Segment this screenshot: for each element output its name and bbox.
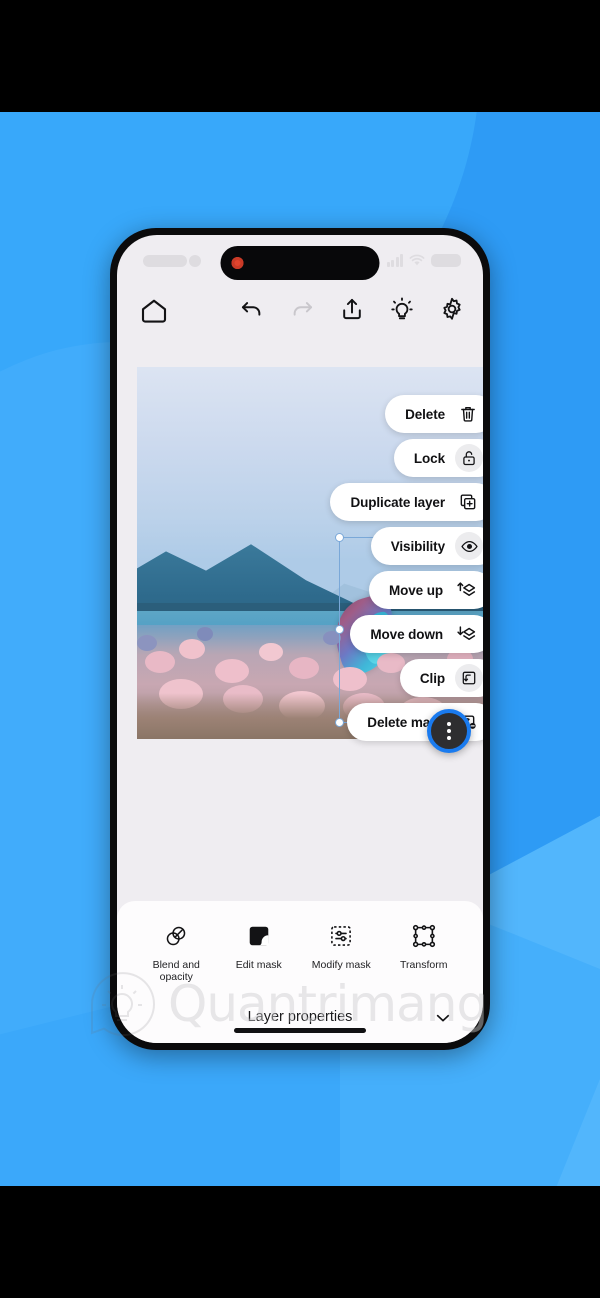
redo-icon[interactable] [289, 296, 315, 322]
app-toolbar [117, 283, 483, 341]
pill-indicator-dot-icon [189, 255, 201, 267]
phone-frame: Delete Lock Duplicate layer Visibility M… [110, 228, 490, 1050]
wifi-icon [409, 254, 425, 266]
tool-label: Transform [400, 959, 448, 971]
artwork-flower [259, 643, 283, 661]
menu-item-visibility[interactable]: Visibility [370, 527, 483, 565]
status-bar [117, 235, 483, 283]
tool-label: Blend and opacity [152, 959, 200, 983]
home-icon[interactable] [139, 296, 169, 326]
menu-item-duplicate-layer[interactable]: Duplicate layer [330, 483, 483, 521]
more-options-fab[interactable] [427, 709, 471, 753]
move-up-icon [453, 577, 479, 603]
menu-item-label: Duplicate layer [350, 494, 445, 510]
battery-icon [431, 254, 461, 267]
modify-mask-icon [328, 921, 354, 951]
unlock-icon [455, 444, 483, 472]
menu-item-move-up[interactable]: Move up [368, 571, 483, 609]
fab-dot [447, 722, 451, 726]
blend-opacity-icon [163, 921, 189, 951]
menu-item-label: Lock [413, 450, 445, 466]
tool-transform[interactable]: Transform [384, 921, 464, 971]
menu-item-label: Move down [370, 626, 443, 642]
layer-properties-row[interactable]: Layer properties [117, 991, 483, 1043]
artwork-flower [197, 627, 213, 641]
menu-item-move-down[interactable]: Move down [350, 615, 483, 653]
artwork-flower [137, 635, 157, 651]
menu-item-lock[interactable]: Lock [393, 439, 483, 477]
clip-icon [455, 664, 483, 692]
gear-icon[interactable] [439, 296, 465, 322]
duplicate-icon [455, 489, 481, 515]
artwork-flower [145, 651, 175, 673]
signal-bars-icon [386, 254, 403, 267]
pill-indicator-icon [143, 255, 187, 267]
fab-dot [447, 729, 451, 733]
status-bar-right [386, 254, 461, 267]
artwork-flower [289, 657, 319, 679]
record-dot-icon [231, 257, 244, 269]
lightbulb-icon[interactable] [389, 296, 415, 322]
tool-modify-mask[interactable]: Modify mask [301, 921, 381, 971]
undo-icon[interactable] [239, 296, 265, 322]
eye-icon [455, 532, 483, 560]
tool-edit-mask[interactable]: Edit mask [219, 921, 299, 971]
dynamic-island [220, 246, 380, 280]
layer-properties-label: Layer properties [247, 1009, 353, 1025]
tool-label: Edit mask [235, 959, 282, 971]
menu-item-label: Visibility [390, 538, 445, 554]
menu-item-label: Delete [405, 406, 445, 422]
chevron-down-icon[interactable] [433, 1008, 453, 1028]
artwork-flower [179, 639, 205, 659]
menu-item-label: Move up [388, 582, 443, 598]
transform-icon [411, 921, 437, 951]
share-icon[interactable] [339, 296, 365, 322]
artwork-flower [215, 659, 249, 683]
menu-item-delete[interactable]: Delete [385, 395, 483, 433]
edit-mask-icon [246, 921, 272, 951]
phone-screen: Delete Lock Duplicate layer Visibility M… [117, 235, 483, 1043]
tool-blend-and-opacity[interactable]: Blend and opacity [136, 921, 216, 983]
trash-icon [455, 401, 481, 427]
screenshot-root: Delete Lock Duplicate layer Visibility M… [0, 0, 600, 1298]
menu-item-clip[interactable]: Clip [399, 659, 483, 697]
tool-row: Blend and opacity Edit mask Modify mask … [117, 913, 483, 989]
layer-context-menu: Delete Lock Duplicate layer Visibility M… [330, 395, 483, 741]
bottom-panel: Blend and opacity Edit mask Modify mask … [117, 901, 483, 1043]
fab-dot [447, 736, 451, 740]
canvas-area: Delete Lock Duplicate layer Visibility M… [117, 367, 483, 753]
status-bar-left [143, 255, 201, 267]
toolbar-actions [239, 296, 465, 322]
home-indicator [234, 1028, 366, 1033]
move-down-icon [453, 621, 479, 647]
menu-item-label: Clip [419, 670, 445, 686]
tool-label: Modify mask [311, 959, 371, 971]
